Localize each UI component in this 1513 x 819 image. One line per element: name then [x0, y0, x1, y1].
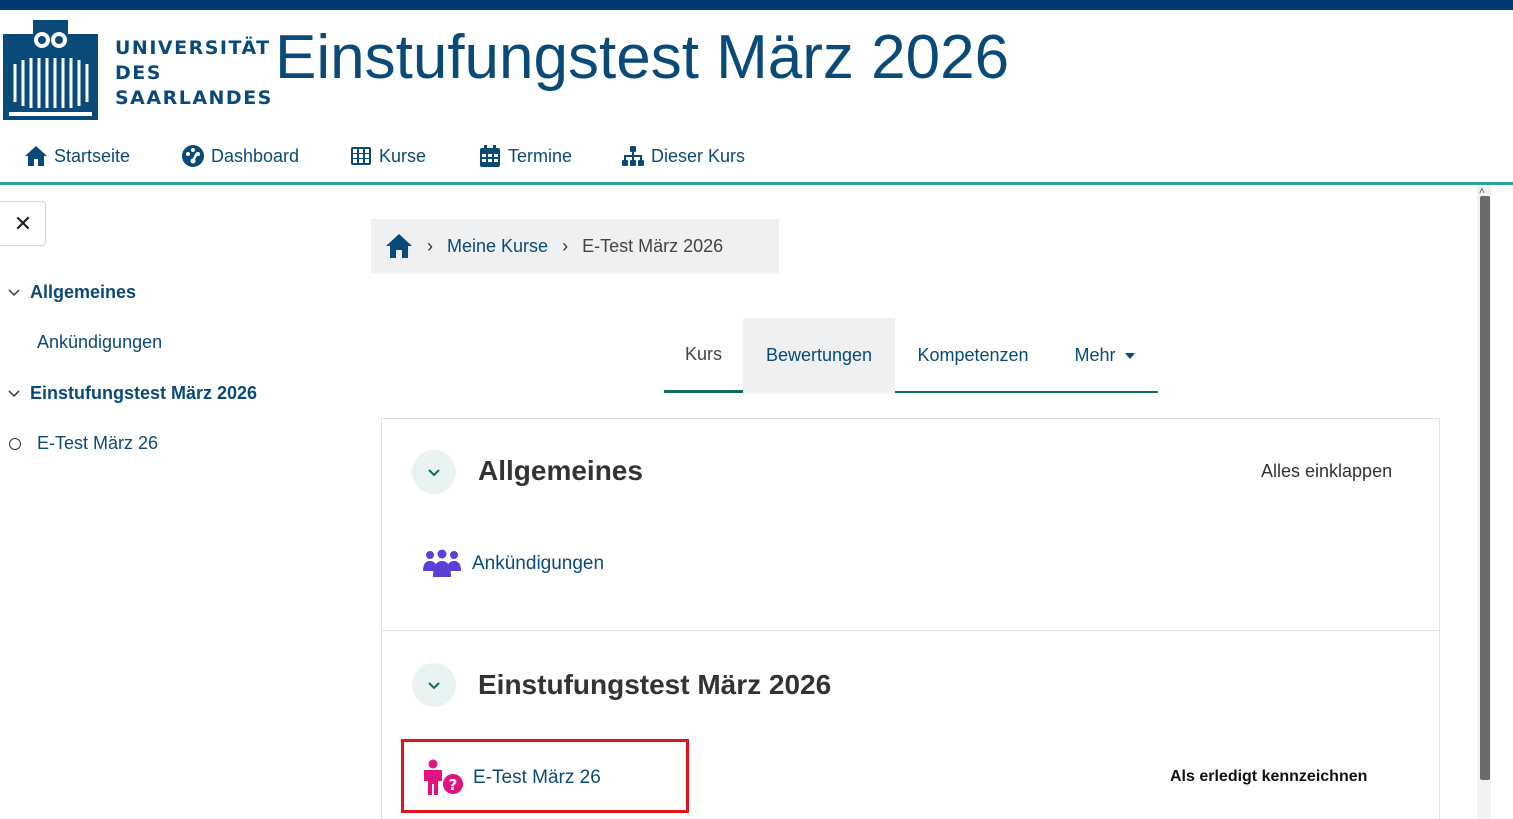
activity-name: Ankündigungen — [472, 553, 605, 574]
dashboard-icon — [182, 145, 204, 167]
logo-line-1: UNIVERSITÄT — [115, 37, 271, 59]
grid-icon — [351, 147, 371, 165]
index-item-etest[interactable]: E-Test März 26 — [37, 433, 158, 454]
nav-item-label: Dashboard — [211, 145, 300, 166]
activity-ankuendigungen[interactable]: Ankündigungen — [422, 549, 604, 579]
tab-kompetenzen[interactable]: Kompetenzen — [895, 318, 1051, 393]
logo-line-3: SAARLANDES — [115, 87, 273, 109]
index-section-allgemeines[interactable]: Allgemeines — [30, 282, 136, 303]
nav-item-kurse[interactable]: Kurse — [349, 144, 426, 168]
nav-item-label: Termine — [508, 145, 573, 166]
nav-item-termine[interactable]: Termine — [478, 144, 572, 168]
logo-line-2: DES — [115, 62, 162, 84]
section-title-einstufungstest[interactable]: Einstufungstest März 2026 — [478, 669, 831, 701]
tab-bewertungen[interactable]: Bewertungen — [743, 318, 895, 393]
forum-icon — [423, 549, 461, 577]
chevron-down-icon — [428, 682, 440, 690]
nav-item-dieser-kurs[interactable]: Dieser Kurs — [621, 144, 745, 168]
tab-label: Bewertungen — [765, 345, 873, 365]
index-item-ankuendigungen[interactable]: Ankündigungen — [37, 332, 162, 353]
top-bar — [0, 0, 1513, 10]
breadcrumb: › Meine Kurse › E-Test März 2026 — [371, 219, 779, 273]
tab-label: Mehr — [1074, 345, 1116, 365]
primary-navigation: Startseite Dashboard Kurse Termine Diese… — [0, 136, 1513, 178]
nav-item-label: Kurse — [379, 145, 427, 166]
caret-down-icon — [1124, 352, 1135, 359]
tab-label: Kompetenzen — [917, 345, 1029, 365]
completion-circle-icon — [9, 438, 21, 450]
home-icon — [25, 146, 47, 166]
mark-as-done-button[interactable]: Als erledigt kennzeichnen — [1170, 768, 1367, 786]
nav-item-startseite[interactable]: Startseite — [24, 144, 130, 168]
chevron-down-icon[interactable] — [8, 286, 20, 298]
logo-wordmark: UNIVERSITÄT DES SAARLANDES — [115, 36, 273, 111]
collapse-all-link[interactable]: Alles einklappen — [1261, 461, 1392, 482]
close-icon: ✕ — [13, 210, 33, 236]
nav-underline — [0, 182, 1513, 185]
nav-item-dashboard[interactable]: Dashboard — [181, 144, 299, 168]
tab-kurs[interactable]: Kurs — [664, 318, 743, 393]
tab-label: Kurs — [684, 343, 722, 364]
tab-mehr[interactable]: Mehr — [1051, 318, 1159, 393]
site-title: Einstufungstest März 2026 — [275, 23, 1010, 92]
nav-item-label: Dieser Kurs — [651, 145, 746, 166]
highlight-box — [401, 739, 689, 813]
breadcrumb-current: E-Test März 2026 — [582, 235, 724, 256]
section-title-allgemeines[interactable]: Allgemeines — [478, 455, 643, 487]
chevron-down-icon — [428, 469, 440, 477]
owl-logo-icon — [3, 20, 98, 120]
breadcrumb-home[interactable] — [385, 233, 413, 259]
chevron-right-icon: › — [427, 235, 433, 256]
scrollbar-thumb[interactable] — [1480, 196, 1490, 780]
section-divider — [381, 630, 1440, 631]
chevron-right-icon: › — [562, 235, 569, 256]
chevron-down-icon[interactable] — [8, 387, 20, 399]
breadcrumb-meine-kurse[interactable]: Meine Kurse — [447, 236, 548, 257]
section-toggle-allgemeines[interactable] — [412, 450, 456, 494]
close-course-index-button[interactable]: ✕ — [0, 201, 46, 246]
calendar-icon — [480, 145, 500, 167]
index-section-einstufungstest[interactable]: Einstufungstest März 2026 — [30, 383, 257, 404]
sitemap-icon — [622, 146, 644, 166]
nav-item-label: Startseite — [54, 145, 131, 166]
home-icon — [386, 234, 412, 258]
section-toggle-einstufungstest[interactable] — [412, 663, 456, 707]
tabs-underline — [895, 391, 1158, 393]
